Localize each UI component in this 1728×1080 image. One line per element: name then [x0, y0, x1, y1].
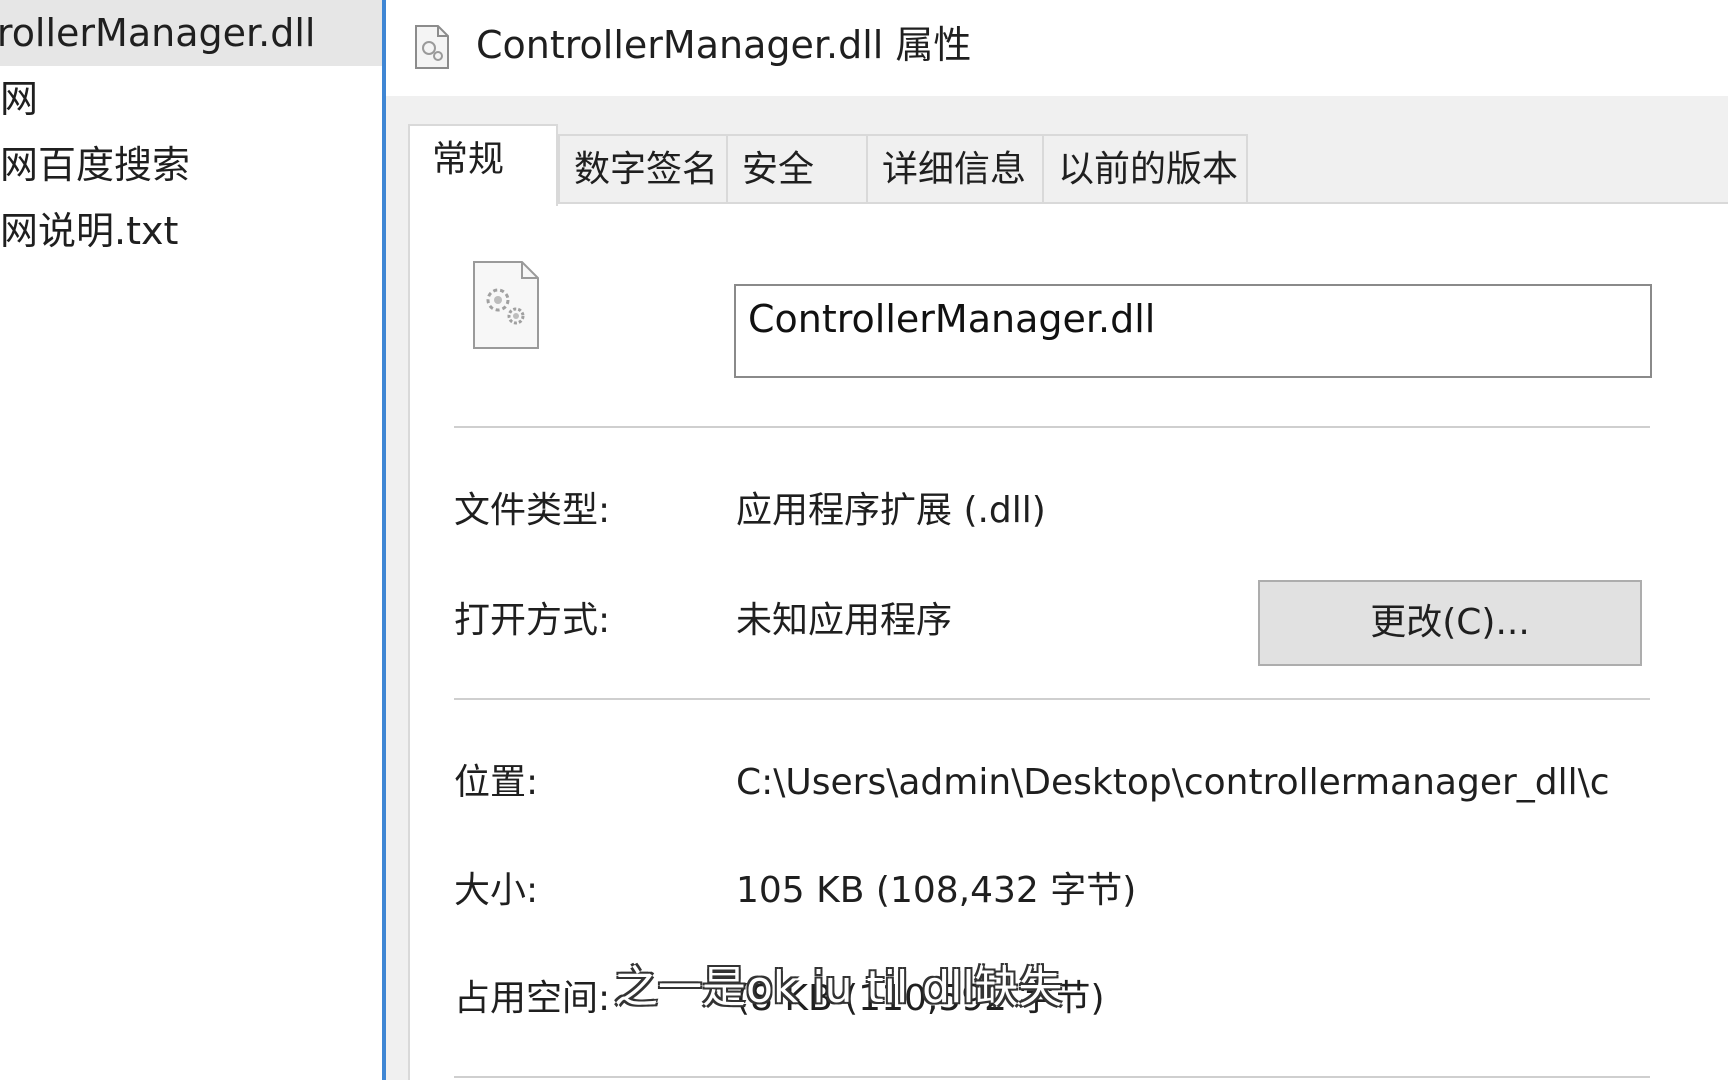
tab-details[interactable]: 详细信息	[866, 134, 1044, 204]
location-label: 位置:	[454, 762, 539, 803]
list-item-label: 网说明.txt	[0, 209, 179, 253]
list-item-label: 网百度搜索	[0, 143, 191, 187]
tab-previous-versions[interactable]: 以前的版本	[1042, 134, 1248, 204]
dll-file-icon	[415, 25, 449, 69]
list-item[interactable]: 网说明.txt	[0, 198, 382, 264]
general-tab-panel: ControllerManager.dll 文件类型: 应用程序扩展 (.dll…	[408, 202, 1728, 1080]
tab-bar: 常规 数字签名 安全 详细信息 以前的版本	[408, 124, 1728, 206]
list-item-label: 网	[0, 77, 39, 121]
separator	[454, 698, 1650, 700]
size-label: 大小:	[454, 870, 539, 911]
file-type-label: 文件类型:	[454, 490, 611, 531]
title-bar[interactable]: ControllerManager.dll 属性	[386, 0, 1728, 96]
dll-file-large-icon	[473, 261, 539, 349]
separator	[454, 1076, 1650, 1078]
file-name-input[interactable]: ControllerManager.dll	[734, 284, 1652, 378]
separator	[454, 426, 1650, 428]
location-value: C:\Users\admin\Desktop\controllermanager…	[736, 762, 1610, 803]
dialog-title: ControllerManager.dll 属性	[476, 23, 972, 67]
list-item-label: trollerManager.dll	[0, 11, 316, 55]
open-with-label: 打开方式:	[454, 600, 611, 641]
list-item[interactable]: trollerManager.dll	[0, 0, 382, 66]
video-subtitle: 之一是ok iu til dll缺失	[614, 962, 1063, 1013]
explorer-file-list: trollerManager.dll 网 网百度搜索 网说明.txt	[0, 0, 386, 1080]
change-button[interactable]: 更改(C)...	[1258, 580, 1642, 666]
file-type-value: 应用程序扩展 (.dll)	[736, 490, 1046, 531]
tab-general[interactable]: 常规	[408, 124, 558, 206]
list-item[interactable]: 网	[0, 66, 382, 132]
tab-digital-signature[interactable]: 数字签名	[558, 134, 728, 204]
list-item[interactable]: 网百度搜索	[0, 132, 382, 198]
disk-size-label: 占用空间:	[454, 978, 611, 1019]
open-with-value: 未知应用程序	[736, 600, 953, 641]
tab-security[interactable]: 安全	[726, 134, 868, 204]
properties-dialog: ControllerManager.dll 属性 常规 数字签名 安全 详细信息…	[386, 0, 1728, 1080]
size-value: 105 KB (108,432 字节)	[736, 870, 1137, 911]
